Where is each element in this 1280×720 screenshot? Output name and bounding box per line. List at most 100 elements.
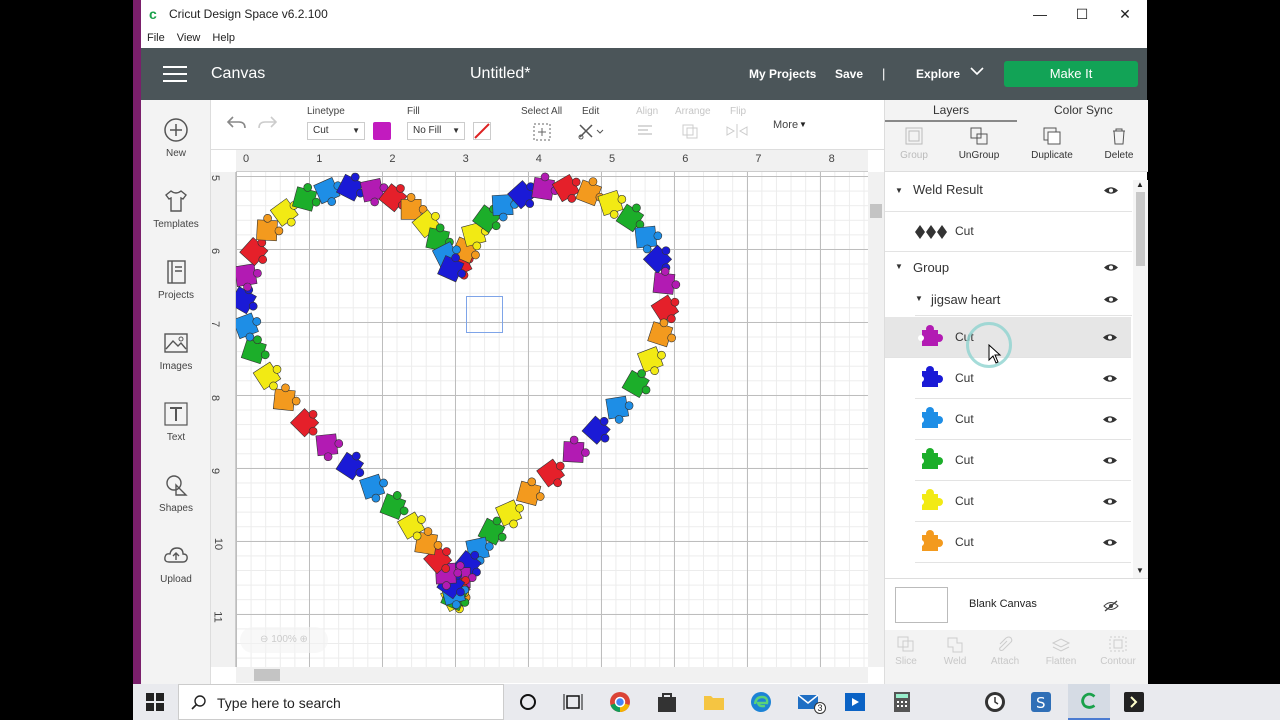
chevron-down-icon[interactable] <box>970 66 984 76</box>
task-view-icon[interactable] <box>561 690 585 714</box>
cortana-icon[interactable] <box>516 690 540 714</box>
make-it-button[interactable]: Make It <box>1004 61 1138 87</box>
layer-jigsaw-heart[interactable]: ▼ jigsaw heart <box>915 284 1132 316</box>
layer-weld-cut[interactable]: Cut <box>885 212 1132 252</box>
app-dark-icon[interactable] <box>1122 690 1146 714</box>
ruler-top-number: 8 <box>828 153 835 165</box>
search-placeholder: Type here to search <box>217 695 341 711</box>
eye-icon[interactable] <box>1103 333 1117 342</box>
sidebar-item-shapes[interactable]: Shapes <box>141 471 211 514</box>
save-link[interactable]: Save <box>835 67 863 81</box>
more-button[interactable]: More <box>773 119 798 131</box>
vertical-scrollbar[interactable] <box>868 172 884 667</box>
jigsaw-heart-design[interactable] <box>236 172 868 667</box>
delete-button[interactable]: Delete <box>1089 126 1149 161</box>
eye-hidden-icon[interactable] <box>1103 600 1119 612</box>
layer-cut-row[interactable]: Cut <box>915 481 1131 522</box>
edge-icon[interactable] <box>749 690 773 714</box>
menu-help[interactable]: Help <box>212 32 235 44</box>
layer-cut-row[interactable]: Cut <box>915 399 1131 440</box>
sidebar-item-upload[interactable]: Upload <box>141 542 211 585</box>
sidebar-item-images[interactable]: Images <box>141 329 211 372</box>
flatten-button[interactable]: Flatten <box>1035 635 1087 667</box>
clock-app-icon[interactable] <box>983 690 1007 714</box>
file-explorer-icon[interactable] <box>702 690 726 714</box>
undo-icon[interactable] <box>225 114 247 132</box>
maximize-button[interactable]: ☐ <box>1067 4 1097 24</box>
close-button[interactable]: ✕ <box>1110 4 1140 24</box>
weld-button[interactable]: Weld <box>929 635 981 667</box>
collapse-arrow-icon[interactable]: ▼ <box>915 294 923 303</box>
eye-icon[interactable] <box>1104 295 1118 304</box>
linetype-select[interactable]: Cut ▼ <box>307 122 365 140</box>
group-button[interactable]: Group <box>884 126 944 161</box>
menu-view[interactable]: View <box>177 32 201 44</box>
sidebar-item-text[interactable]: Text <box>141 400 211 443</box>
eye-icon[interactable] <box>1104 263 1118 272</box>
eye-icon[interactable] <box>1103 374 1117 383</box>
eye-icon[interactable] <box>1103 456 1117 465</box>
windows-start-icon[interactable] <box>146 693 164 711</box>
layer-group[interactable]: ▼ Group <box>885 252 1132 284</box>
cricut-logo-icon: c <box>149 6 157 22</box>
sidebar-item-projects[interactable]: Projects <box>141 258 211 301</box>
menu-file[interactable]: File <box>147 32 165 44</box>
horizontal-scrollbar[interactable] <box>236 667 868 683</box>
linetype-color-swatch[interactable] <box>373 122 391 140</box>
my-projects-link[interactable]: My Projects <box>749 67 816 81</box>
scroll-thumb[interactable] <box>1136 192 1145 266</box>
layer-cut-row[interactable]: Cut <box>915 522 1131 563</box>
eye-icon[interactable] <box>1103 538 1117 547</box>
store-icon[interactable] <box>655 690 679 714</box>
flip-label: Flip <box>730 106 747 117</box>
cricut-taskbar-icon <box>1081 692 1096 709</box>
sidebar-item-templates[interactable]: Templates <box>141 187 211 230</box>
layer-cut-row[interactable]: Cut <box>915 358 1131 399</box>
scroll-up-icon[interactable]: ▲ <box>1136 180 1144 189</box>
slice-button[interactable]: Slice <box>880 635 932 667</box>
blank-canvas-row[interactable]: Blank Canvas <box>885 578 1148 630</box>
tab-layers[interactable]: Layers <box>933 103 969 117</box>
hamburger-menu-icon[interactable] <box>163 66 187 82</box>
mouse-cursor-icon <box>988 344 1002 364</box>
chrome-icon[interactable] <box>608 690 632 714</box>
ruler-left-number: 9 <box>209 467 222 474</box>
layer-cut-row[interactable]: Cut <box>915 440 1131 481</box>
window-titlebar: c Cricut Design Space v6.2.100 — ☐ ✕ <box>141 0 1147 28</box>
app-s-icon[interactable]: S <box>1029 690 1053 714</box>
no-fill-swatch-icon[interactable] <box>473 122 491 140</box>
ruler-top-number: 2 <box>389 153 396 165</box>
duplicate-button[interactable]: Duplicate <box>1022 126 1082 161</box>
scroll-down-icon[interactable]: ▼ <box>1136 566 1144 575</box>
collapse-arrow-icon[interactable]: ▼ <box>895 262 903 271</box>
attach-button[interactable]: Attach <box>979 635 1031 667</box>
zoom-control[interactable]: ⊖ 100% ⊕ <box>240 627 328 653</box>
edit-scissors-icon[interactable] <box>578 123 604 141</box>
taskbar-active-app[interactable] <box>1068 684 1110 720</box>
eye-icon[interactable] <box>1103 497 1117 506</box>
sidebar-label: New <box>165 148 186 159</box>
sidebar-item-new[interactable]: New <box>141 116 211 159</box>
flatten-label: Flatten <box>1045 656 1077 667</box>
edit-label: Edit <box>582 106 600 117</box>
taskbar-search[interactable]: Type here to search <box>178 684 504 720</box>
select-all-icon[interactable] <box>533 123 551 141</box>
media-player-icon[interactable] <box>843 690 867 714</box>
calculator-icon[interactable] <box>890 690 914 714</box>
eye-icon[interactable] <box>1103 415 1117 424</box>
plus-circle-icon <box>164 118 188 142</box>
puzzle-piece-icon <box>918 325 943 346</box>
collapse-arrow-icon[interactable]: ▼ <box>895 186 903 195</box>
tab-color-sync[interactable]: Color Sync <box>1054 103 1113 117</box>
panel-scrollbar[interactable]: ▲ ▼ <box>1133 180 1148 578</box>
explore-dropdown[interactable]: Explore <box>916 67 960 81</box>
ruler-left <box>211 172 236 667</box>
fill-select[interactable]: No Fill ▼ <box>407 122 465 140</box>
ungroup-button[interactable]: UnGroup <box>949 126 1009 161</box>
redo-icon[interactable] <box>257 114 279 132</box>
layer-weld-result[interactable]: ▼ Weld Result <box>885 172 1132 212</box>
menu-bar: File View Help <box>141 28 1147 48</box>
eye-icon[interactable] <box>1104 186 1118 195</box>
minimize-button[interactable]: — <box>1025 4 1055 24</box>
contour-button[interactable]: Contour <box>1092 635 1144 667</box>
